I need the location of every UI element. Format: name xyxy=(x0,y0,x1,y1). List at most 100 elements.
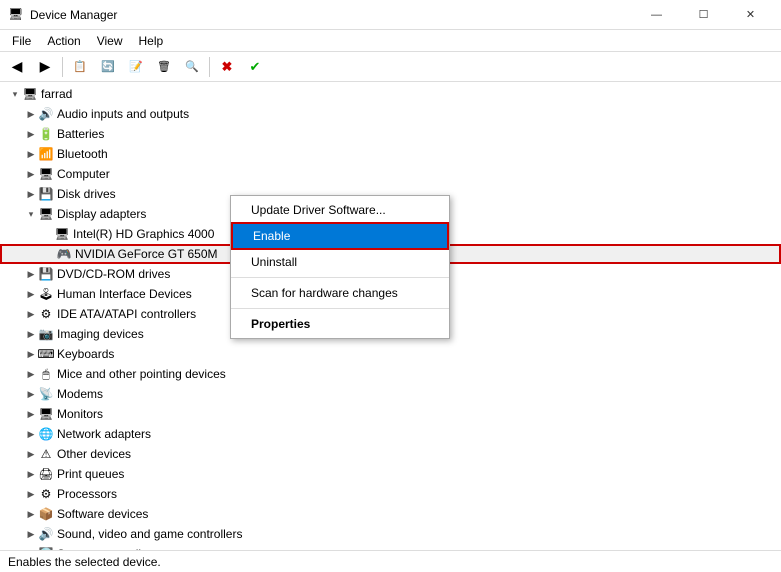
app-icon: 🖥 xyxy=(8,7,24,23)
ctx-properties[interactable]: Properties xyxy=(231,312,449,336)
expander-disk[interactable]: ▶ xyxy=(24,186,38,202)
label-audio: Audio inputs and outputs xyxy=(57,107,781,121)
tree-item-bluetooth[interactable]: ▶📶Bluetooth xyxy=(0,144,781,164)
ctx-sep-scan xyxy=(231,308,449,309)
ctx-scan[interactable]: Scan for hardware changes xyxy=(231,281,449,305)
label-sound: Sound, video and game controllers xyxy=(57,527,781,541)
icon-audio: 🔊 xyxy=(38,106,54,122)
label-farrad: farrad xyxy=(41,87,781,101)
menu-help[interactable]: Help xyxy=(131,32,172,50)
ctx-enable[interactable]: Enable xyxy=(231,222,449,250)
tree-item-other[interactable]: ▶⚠Other devices xyxy=(0,444,781,464)
expander-network[interactable]: ▶ xyxy=(24,426,38,442)
back-button[interactable]: ◀ xyxy=(4,55,30,79)
icon-nvidia: 🎮 xyxy=(56,246,72,262)
icon-software: 📦 xyxy=(38,506,54,522)
label-monitors: Monitors xyxy=(57,407,781,421)
expander-processors[interactable]: ▶ xyxy=(24,486,38,502)
menu-action[interactable]: Action xyxy=(39,32,88,50)
icon-batteries: 🔋 xyxy=(38,126,54,142)
icon-network: 🌐 xyxy=(38,426,54,442)
expander-monitors[interactable]: ▶ xyxy=(24,406,38,422)
tree-item-storage[interactable]: ▶💽Storage controllers xyxy=(0,544,781,550)
expander-keyboard[interactable]: ▶ xyxy=(24,346,38,362)
expander-bluetooth[interactable]: ▶ xyxy=(24,146,38,162)
tree-item-farrad[interactable]: ▾🖥farrad xyxy=(0,84,781,104)
label-print: Print queues xyxy=(57,467,781,481)
tree-item-processors[interactable]: ▶⚙Processors xyxy=(0,484,781,504)
close-button[interactable]: ✕ xyxy=(728,0,773,30)
maximize-button[interactable]: ☐ xyxy=(681,0,726,30)
expander-ide[interactable]: ▶ xyxy=(24,306,38,322)
minimize-button[interactable]: — xyxy=(634,0,679,30)
label-network: Network adapters xyxy=(57,427,781,441)
icon-storage: 💽 xyxy=(38,546,54,550)
tree-item-sound[interactable]: ▶🔊Sound, video and game controllers xyxy=(0,524,781,544)
label-modems: Modems xyxy=(57,387,781,401)
menu-view[interactable]: View xyxy=(89,32,131,50)
icon-monitors: 🖥 xyxy=(38,406,54,422)
icon-processors: ⚙ xyxy=(38,486,54,502)
enable-button[interactable]: 📝 xyxy=(123,55,149,79)
window-controls: — ☐ ✕ xyxy=(634,0,773,30)
expander-hid[interactable]: ▶ xyxy=(24,286,38,302)
expander-print[interactable]: ▶ xyxy=(24,466,38,482)
expander-sound[interactable]: ▶ xyxy=(24,526,38,542)
tree-item-monitors[interactable]: ▶🖥Monitors xyxy=(0,404,781,424)
tree-item-software[interactable]: ▶📦Software devices xyxy=(0,504,781,524)
icon-print: 🖨 xyxy=(38,466,54,482)
expander-farrad[interactable]: ▾ xyxy=(8,86,22,102)
tree-item-batteries[interactable]: ▶🔋Batteries xyxy=(0,124,781,144)
icon-farrad: 🖥 xyxy=(22,86,38,102)
expander-batteries[interactable]: ▶ xyxy=(24,126,38,142)
tree-item-network[interactable]: ▶🌐Network adapters xyxy=(0,424,781,444)
expander-dvd[interactable]: ▶ xyxy=(24,266,38,282)
menu-file[interactable]: File xyxy=(4,32,39,50)
label-bluetooth: Bluetooth xyxy=(57,147,781,161)
expander-imaging[interactable]: ▶ xyxy=(24,326,38,342)
forward-button[interactable]: ▶ xyxy=(32,55,58,79)
uninstall-button[interactable]: 🗑 xyxy=(151,55,177,79)
icon-display: 🖥 xyxy=(38,206,54,222)
status-text: Enables the selected device. xyxy=(8,555,161,569)
icon-computer: 🖥 xyxy=(38,166,54,182)
icon-sound: 🔊 xyxy=(38,526,54,542)
tree-item-audio[interactable]: ▶🔊Audio inputs and outputs xyxy=(0,104,781,124)
menu-bar: FileActionViewHelp xyxy=(0,30,781,52)
properties-button[interactable]: 📋 xyxy=(67,55,93,79)
tree-item-computer[interactable]: ▶🖥Computer xyxy=(0,164,781,184)
expander-computer[interactable]: ▶ xyxy=(24,166,38,182)
ctx-sep-uninstall xyxy=(231,277,449,278)
expander-mice[interactable]: ▶ xyxy=(24,366,38,382)
icon-modems: 📡 xyxy=(38,386,54,402)
tree-item-print[interactable]: ▶🖨Print queues xyxy=(0,464,781,484)
expander-modems[interactable]: ▶ xyxy=(24,386,38,402)
icon-ide: ⚙ xyxy=(38,306,54,322)
tree-item-mice[interactable]: ▶🖱Mice and other pointing devices xyxy=(0,364,781,384)
toolbar-sep-1 xyxy=(62,57,63,77)
label-batteries: Batteries xyxy=(57,127,781,141)
update-driver-button[interactable]: 🔄 xyxy=(95,55,121,79)
label-keyboard: Keyboards xyxy=(57,347,781,361)
expander-storage[interactable]: ▶ xyxy=(24,546,38,550)
icon-other: ⚠ xyxy=(38,446,54,462)
tree-item-modems[interactable]: ▶📡Modems xyxy=(0,384,781,404)
icon-intel: 🖥 xyxy=(54,226,70,242)
red-x-button[interactable]: ✖ xyxy=(214,55,240,79)
label-other: Other devices xyxy=(57,447,781,461)
expander-display[interactable]: ▾ xyxy=(24,206,38,222)
ctx-uninstall[interactable]: Uninstall xyxy=(231,250,449,274)
expander-audio[interactable]: ▶ xyxy=(24,106,38,122)
toolbar-sep-2 xyxy=(209,57,210,77)
label-processors: Processors xyxy=(57,487,781,501)
expander-intel xyxy=(40,226,54,242)
expander-software[interactable]: ▶ xyxy=(24,506,38,522)
green-check-button[interactable]: ✔ xyxy=(242,55,268,79)
scan-button[interactable]: 🔍 xyxy=(179,55,205,79)
window-title: Device Manager xyxy=(30,8,634,22)
ctx-update[interactable]: Update Driver Software... xyxy=(231,198,449,222)
label-storage: Storage controllers xyxy=(57,547,781,550)
status-bar: Enables the selected device. xyxy=(0,550,781,572)
expander-other[interactable]: ▶ xyxy=(24,446,38,462)
tree-item-keyboard[interactable]: ▶⌨Keyboards xyxy=(0,344,781,364)
